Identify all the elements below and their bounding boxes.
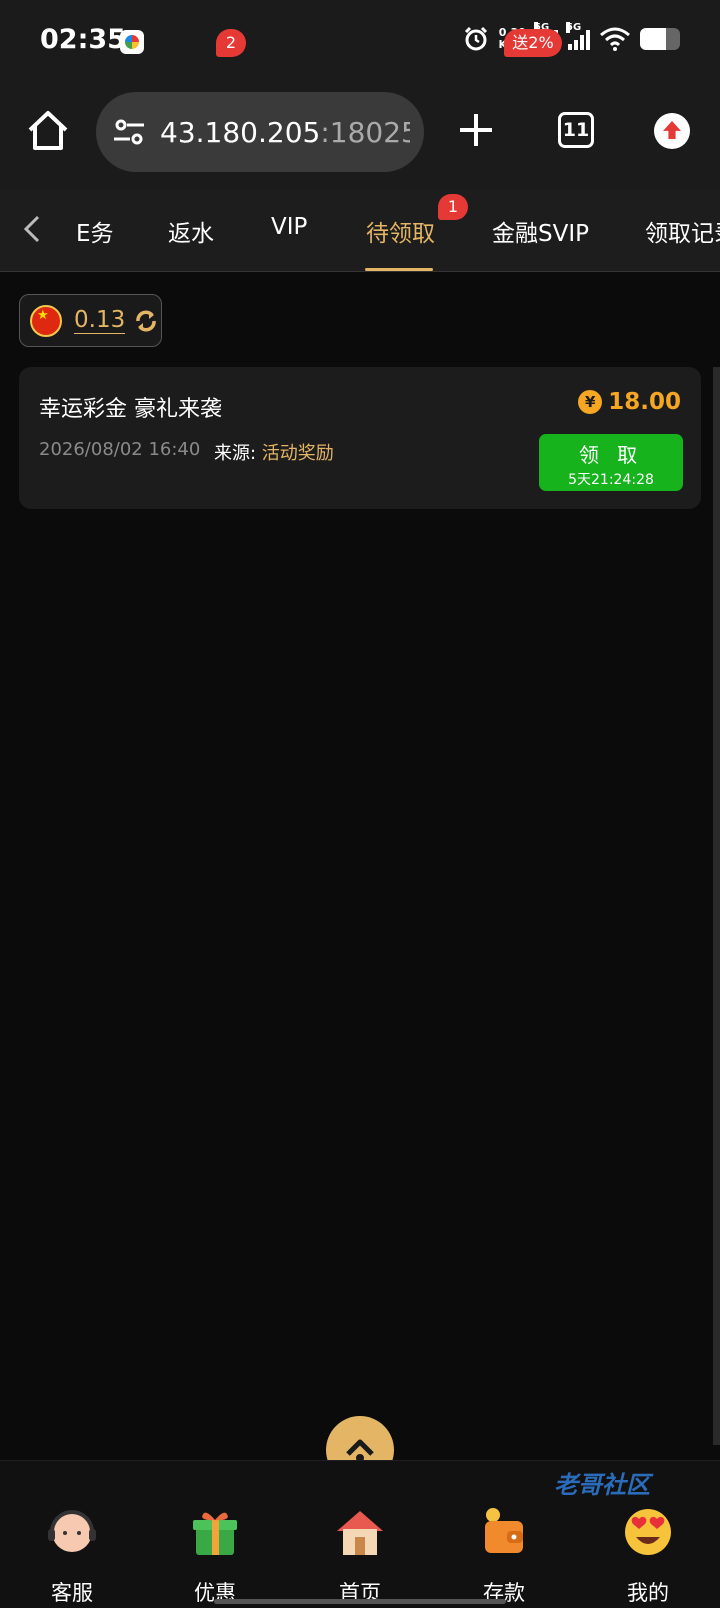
sim2-label: 5G — [566, 22, 582, 33]
wifi-icon — [600, 27, 630, 51]
tab-claim-history[interactable]: 领取记录 — [645, 214, 720, 248]
browser-toolbar: 43.180.205:18025 11 — [0, 82, 720, 190]
house-icon — [337, 1511, 383, 1555]
reward-amount-value: 18.00 — [608, 389, 681, 415]
tab-finance-svip[interactable]: 金融SVIP — [492, 214, 589, 248]
url-host: 43.180.205 — [160, 115, 321, 149]
browser-update-icon[interactable] — [654, 113, 690, 149]
nav-label-service: 客服 — [51, 1581, 93, 1605]
battery-level — [640, 28, 666, 50]
site-settings-icon[interactable] — [112, 117, 146, 147]
watermark-logo: 老哥社区 — [554, 1471, 650, 1499]
reward-title: 幸运彩金 豪礼来袭 — [39, 397, 222, 422]
status-bar: 02:35 0.30 KB/s 5G 5G — [0, 0, 720, 82]
nav-deposit[interactable]: 存款 — [449, 1505, 559, 1607]
nav-customer-service[interactable]: 客服 — [17, 1505, 127, 1607]
tab-vip[interactable]: VIP — [271, 214, 307, 240]
heart-eyes-emoji-icon — [625, 1509, 671, 1555]
home-indicator[interactable] — [214, 1599, 506, 1604]
deposit-bonus-badge: 送2% — [504, 29, 562, 57]
reward-source: 来源: 活动奖励 — [214, 439, 334, 465]
status-indicators: 0.30 KB/s 5G 5G — [463, 22, 680, 52]
headset-avatar-icon — [48, 1510, 96, 1552]
gift-box-icon — [193, 1512, 237, 1555]
reward-amount: ¥ 18.00 — [578, 389, 681, 415]
claim-button[interactable]: 领 取 5天21:24:28 — [539, 434, 683, 491]
balance-chip[interactable]: 0.13 — [19, 294, 162, 347]
new-tab-icon[interactable] — [456, 110, 496, 150]
tab-pending[interactable]: 待领取 — [366, 214, 435, 248]
category-tabs: E务 返水 VIP 待领取 金融SVIP 领取记录 — [0, 190, 720, 272]
reward-source-label: 来源: — [214, 443, 262, 464]
tab-switcher-button[interactable]: 11 — [558, 112, 594, 148]
app-notification-icon — [120, 30, 144, 54]
tab-tasks[interactable]: E务 — [76, 214, 114, 248]
tab-rebate[interactable]: 返水 — [168, 214, 214, 248]
home-icon[interactable] — [26, 108, 70, 152]
url-text[interactable]: 43.180.205:18025 — [160, 116, 410, 149]
wallet-icon — [485, 1508, 523, 1553]
claim-countdown: 5天21:24:28 — [568, 472, 654, 488]
reward-source-value: 活动奖励 — [261, 443, 334, 464]
claim-button-label: 领 取 — [578, 443, 644, 467]
nav-label-profile: 我的 — [627, 1581, 669, 1605]
alarm-icon — [464, 26, 487, 51]
china-flag-icon — [30, 304, 62, 337]
status-time: 02:35 — [40, 24, 126, 55]
reward-date: 2026/08/02 16:40 — [39, 439, 201, 460]
chevron-left-icon[interactable] — [20, 214, 44, 244]
refresh-icon[interactable] — [133, 308, 159, 334]
pending-count-badge: 1 — [438, 194, 468, 220]
signal-icon-sim2: 5G — [566, 22, 590, 50]
active-tab-indicator — [365, 268, 433, 271]
scrollbar[interactable] — [713, 367, 720, 1445]
battery-icon — [640, 28, 680, 50]
yen-coin-icon: ¥ — [578, 390, 603, 414]
nav-promotions[interactable]: 优惠 — [160, 1505, 270, 1607]
balance-value: 0.13 — [74, 307, 126, 334]
url-port: :18025 — [320, 115, 410, 149]
address-bar[interactable]: 43.180.205:18025 — [96, 92, 424, 172]
promotions-badge: 2 — [216, 29, 246, 57]
reward-card: 幸运彩金 豪礼来袭 ¥ 18.00 2026/08/02 16:40 来源: 活… — [19, 367, 701, 509]
nav-home[interactable]: 首页 — [305, 1505, 415, 1607]
nav-profile[interactable]: 我的 — [593, 1505, 703, 1607]
